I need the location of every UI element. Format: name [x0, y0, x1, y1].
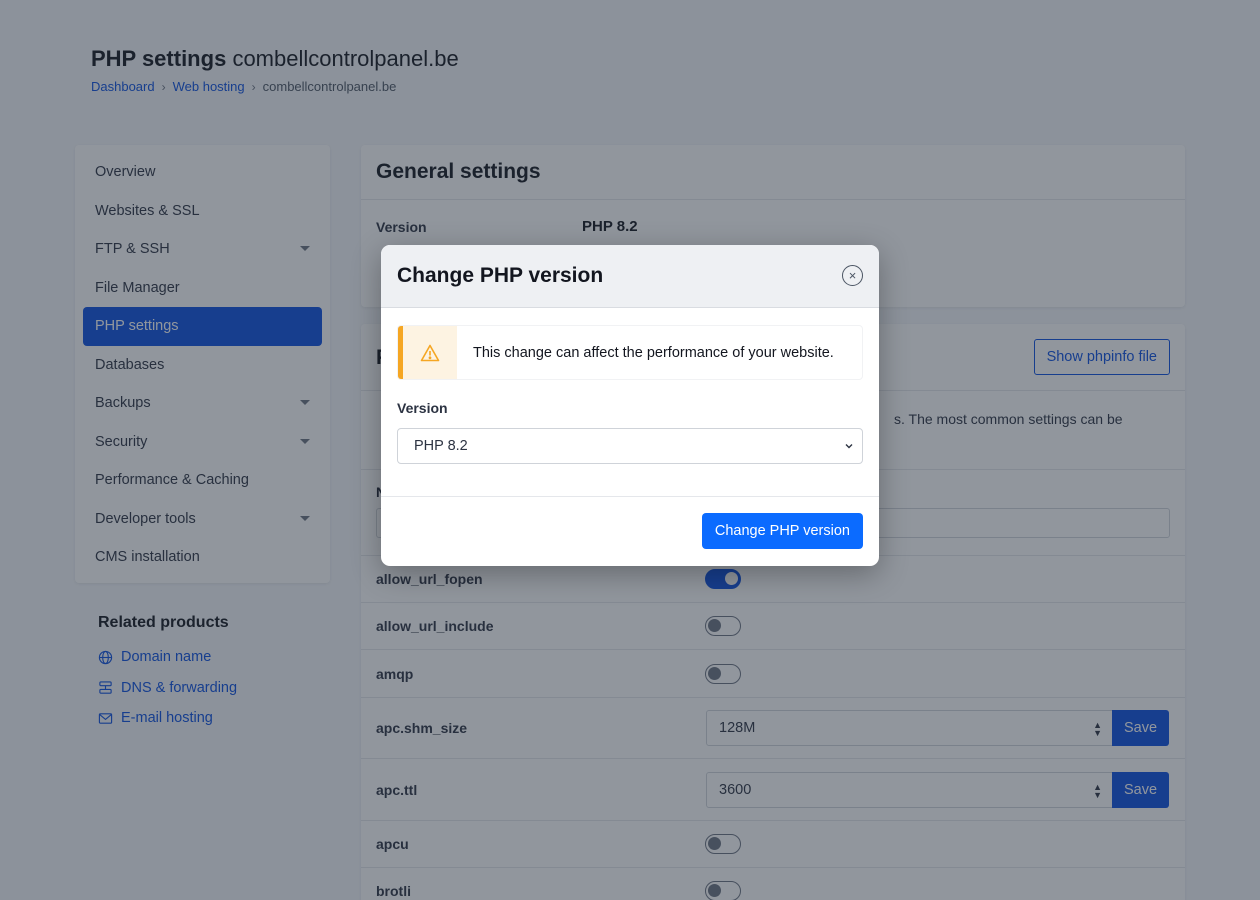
page: PHP settings combellcontrolpanel.be Dash… [0, 0, 1260, 900]
close-icon[interactable]: × [842, 265, 863, 286]
chevron-down-icon [845, 444, 853, 449]
version-select-value: PHP 8.2 [414, 438, 468, 454]
modal-header: Change PHP version × [381, 245, 879, 308]
divider [381, 496, 879, 497]
warning-alert: This change can affect the performance o… [397, 325, 863, 380]
modal-title: Change PHP version [397, 264, 604, 287]
warning-icon [420, 344, 440, 361]
close-glyph: × [848, 268, 857, 283]
change-php-version-button[interactable]: Change PHP version [701, 513, 863, 549]
version-select[interactable]: PHP 8.2 [397, 428, 863, 464]
warning-icon-box [403, 326, 457, 379]
change-php-version-modal: Change PHP version × This change can aff… [381, 245, 879, 566]
version-label: Version [397, 400, 448, 416]
warning-message: This change can affect the performance o… [473, 344, 834, 361]
